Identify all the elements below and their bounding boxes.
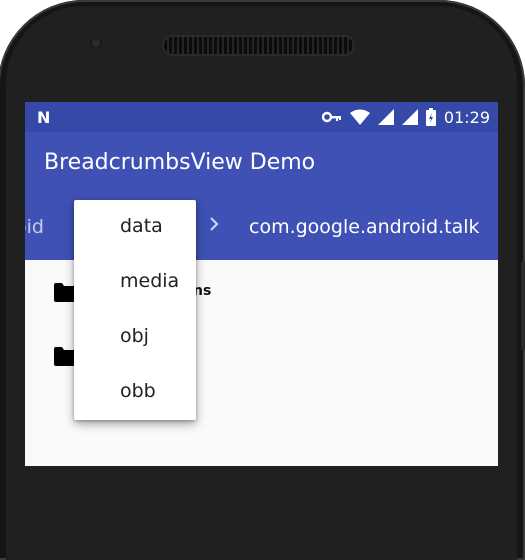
chevron-right-icon — [210, 217, 219, 231]
status-bar: N 01:29 — [25, 102, 498, 132]
menu-item-obj[interactable]: obj — [74, 310, 196, 365]
menu-item-media[interactable]: media — [74, 255, 196, 310]
signal-icon — [377, 109, 394, 125]
menu-item-obb[interactable]: obb — [74, 365, 196, 420]
signal-icon — [401, 109, 418, 125]
app-title: BreadcrumbsView Demo — [44, 150, 316, 175]
breadcrumb-item-current[interactable]: com.google.android.talk — [249, 216, 480, 238]
breadcrumb-item-previous[interactable]: oid — [25, 216, 44, 238]
menu-item-label: obb — [120, 380, 156, 402]
menu-item-label: obj — [120, 325, 149, 347]
notification-icon: N — [37, 108, 51, 127]
folder-icon — [54, 283, 76, 302]
power-button — [521, 262, 525, 350]
menu-item-label: data — [120, 215, 163, 237]
breadcrumb-dropdown-menu: data media obj obb — [74, 200, 196, 420]
status-icons: 01:29 — [321, 107, 490, 127]
front-camera — [90, 37, 102, 49]
menu-item-label: media — [120, 270, 180, 292]
earpiece-speaker — [164, 37, 353, 54]
folder-icon — [54, 347, 76, 366]
clock: 01:29 — [443, 107, 490, 127]
wifi-icon — [349, 109, 370, 125]
menu-item-data[interactable]: data — [74, 200, 196, 255]
key-icon — [321, 111, 341, 123]
battery-icon — [425, 108, 436, 126]
